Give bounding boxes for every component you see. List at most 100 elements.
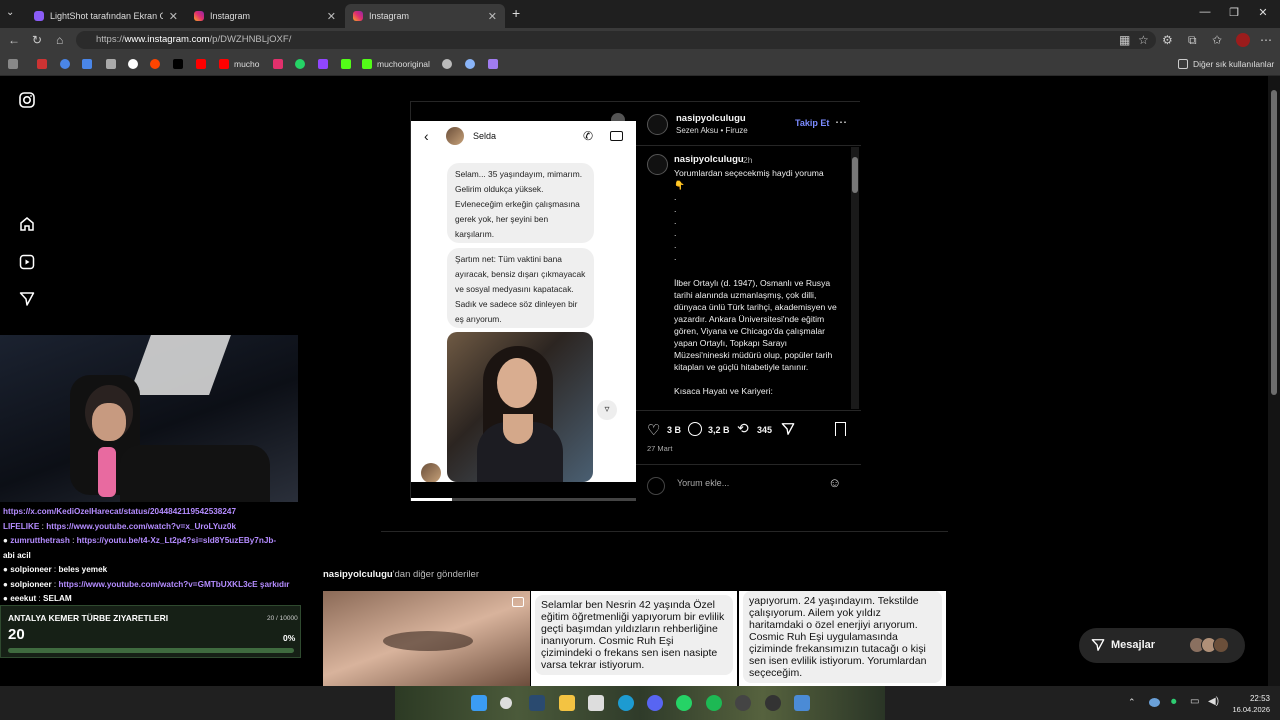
youtube-icon [219, 59, 229, 69]
discord-icon[interactable] [647, 695, 663, 711]
restore-icon[interactable]: ❐ [1219, 6, 1249, 19]
whatsapp-icon[interactable] [676, 695, 692, 711]
bookmark-muchooriginal[interactable]: muchooriginal [362, 58, 430, 70]
dm-small-avatar [421, 463, 441, 483]
caption-scrollbar[interactable] [851, 147, 859, 409]
repost-icon[interactable]: ⟲ [737, 420, 749, 437]
split-screen-icon[interactable]: ⧉ [1188, 33, 1197, 48]
caption-scroll-thumb[interactable] [852, 157, 858, 193]
bookmark-mucho[interactable]: mucho [219, 58, 260, 70]
caption-author[interactable]: nasipyolculugu [674, 154, 744, 165]
bookmark-item[interactable] [465, 58, 480, 70]
profile-avatar[interactable] [1236, 33, 1250, 47]
close-window-icon[interactable]: ✕ [1248, 6, 1278, 19]
bookmark-item[interactable] [150, 58, 165, 70]
tray-chevron-icon[interactable]: ⌃ [1128, 697, 1136, 708]
start-icon[interactable] [471, 695, 487, 711]
volume-icon[interactable]: ◀) [1208, 696, 1219, 707]
emoji-icon[interactable]: ☺ [828, 475, 841, 490]
favorite-star-icon[interactable]: ☆ [1138, 33, 1149, 47]
stream-chat: https://x.com/KediOzelHarecat/status/204… [0, 502, 298, 607]
video-progress-track[interactable] [411, 498, 636, 501]
reels-nav-icon[interactable] [18, 254, 36, 272]
bookmark-icon-item[interactable] [8, 58, 23, 70]
share-icon[interactable] [781, 422, 795, 441]
obs-icon[interactable] [735, 695, 751, 711]
extensions-icon[interactable]: ⚙ [1162, 33, 1173, 47]
network-icon[interactable]: ▭ [1190, 696, 1199, 707]
reload-icon[interactable]: ↻ [32, 33, 42, 47]
tab-instagram-active[interactable]: Instagram ✕ [345, 4, 505, 28]
tab-lightshot[interactable]: LightShot tarafından Ekran Görünt ✕ [26, 4, 186, 28]
favorites-icon[interactable]: ✩ [1212, 33, 1222, 47]
bookmark-item[interactable] [196, 58, 211, 70]
like-icon[interactable]: ♡ [647, 421, 660, 439]
tab-label: Instagram [369, 11, 410, 21]
stream-goal-widget: ANTALYA KEMER TÜRBE ZIYARETLERI 20 / 100… [0, 605, 301, 658]
scrollbar-thumb[interactable] [1271, 90, 1277, 395]
more-icon[interactable]: ⋯ [1260, 33, 1272, 47]
page-scrollbar[interactable] [1268, 76, 1280, 686]
bookmark-item[interactable] [82, 58, 97, 70]
other-bookmarks-folder[interactable]: Diğer sık kullanılanlar [1178, 58, 1274, 70]
bookmark-item[interactable] [273, 58, 288, 70]
bookmark-item[interactable] [442, 58, 457, 70]
chat-text: https://www.youtube.com/watch?v=x_UroLYu… [46, 521, 237, 531]
clock-date[interactable]: 16.04.2026 [1220, 705, 1270, 714]
media-top-strip [411, 102, 636, 121]
post-media[interactable]: ‹ Selda ✆ Selam... 35 yaşındayım, mimarı… [411, 102, 636, 502]
comment-input[interactable]: Yorum ekle... [677, 478, 729, 488]
close-tab-icon[interactable]: ✕ [169, 10, 178, 23]
bookmark-label: Diğer sık kullanılanlar [1193, 59, 1275, 69]
clock-time[interactable]: 22:53 [1230, 694, 1270, 703]
app-icon[interactable] [794, 695, 810, 711]
new-tab-icon[interactable]: + [512, 5, 520, 21]
more-posts-author[interactable]: nasipyolculugu [323, 569, 393, 580]
more-options-icon[interactable]: ⋯ [835, 115, 847, 129]
more-post-tile[interactable]: Selamlar ben Nesrin 42 yaşında Özel eğit… [531, 591, 737, 686]
bookmark-item[interactable] [341, 58, 356, 70]
url-field[interactable]: https://www.instagram.com/p/DWZHNBLjOXF/ [76, 31, 1156, 49]
bookmark-item[interactable] [488, 58, 503, 70]
back-icon[interactable]: ← [8, 33, 20, 47]
edge-icon[interactable] [618, 695, 634, 711]
more-post-tile[interactable] [323, 591, 530, 686]
reader-icon[interactable]: ▦ [1119, 33, 1130, 47]
bookmark-item[interactable] [318, 58, 333, 70]
follow-button[interactable]: Takip Et [795, 118, 829, 128]
cloud-icon[interactable] [1149, 698, 1160, 707]
tab-actions-icon[interactable]: ⌄ [6, 7, 14, 18]
tab-instagram-1[interactable]: Instagram ✕ [186, 4, 344, 28]
chat-text: beles yemek [58, 565, 108, 574]
steam-icon[interactable] [529, 695, 545, 711]
bookmark-item[interactable] [106, 58, 121, 70]
bookmark-item[interactable] [128, 58, 143, 70]
minimize-icon[interactable]: — [1190, 6, 1220, 18]
home-nav-icon[interactable] [18, 216, 36, 234]
windows-taskbar: ⌃ ⏺ ▭ ◀) 22:53 16.04.2026 [0, 686, 1280, 720]
explorer-icon[interactable] [559, 695, 575, 711]
bookmark-item[interactable] [173, 58, 188, 70]
bookmark-item[interactable] [37, 58, 52, 70]
search-icon[interactable] [500, 697, 512, 709]
save-bookmark-icon[interactable] [835, 422, 846, 436]
messages-button[interactable]: Mesajlar [1079, 628, 1245, 663]
more-post-tile[interactable]: yapıyorum. 24 yaşındayım. Tekstilde çalı… [739, 591, 946, 686]
author-name[interactable]: nasipyolculugu [676, 113, 746, 124]
app-icon[interactable] [765, 695, 781, 711]
spotify-icon[interactable] [706, 695, 722, 711]
close-tab-icon[interactable]: ✕ [327, 10, 336, 23]
comment-icon[interactable] [688, 422, 702, 436]
instagram-icon [273, 59, 283, 69]
direct-nav-icon[interactable] [18, 291, 36, 309]
instagram-logo-icon[interactable] [18, 92, 36, 110]
close-tab-icon[interactable]: ✕ [488, 10, 497, 23]
post-music[interactable]: Sezen Aksu • Firuze [676, 126, 748, 135]
store-icon[interactable] [588, 695, 604, 711]
caption-avatar[interactable] [647, 154, 668, 175]
home-icon[interactable]: ⌂ [56, 33, 63, 47]
bookmark-item[interactable] [295, 58, 310, 70]
author-avatar[interactable] [647, 114, 668, 135]
bookmark-item[interactable] [60, 58, 75, 70]
mic-icon[interactable]: ⏺ [1171, 696, 1177, 709]
